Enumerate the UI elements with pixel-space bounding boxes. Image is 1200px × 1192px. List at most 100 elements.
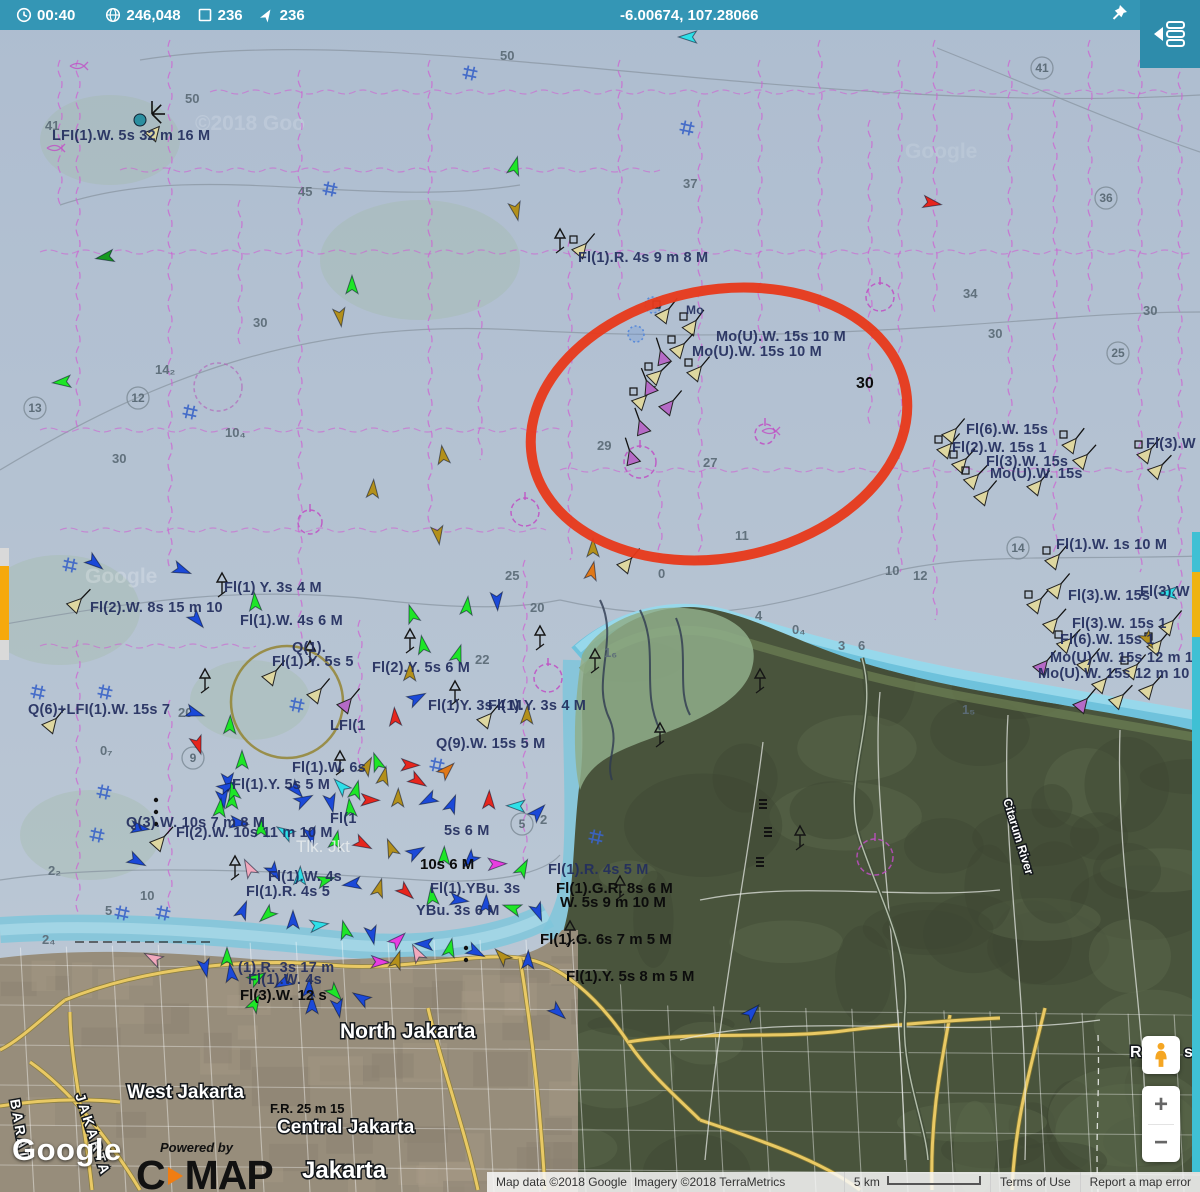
moving-count-stat: 236 (259, 7, 305, 24)
svg-text:Fl(3).W: Fl(3).W (1146, 436, 1196, 452)
svg-text:37: 37 (683, 176, 697, 191)
marine-traffic-app: ©2018 GooGoogleGoogle5050454137343030303… (0, 0, 1200, 1192)
cmap-c: C (136, 1155, 165, 1192)
svg-text:LFI(1).W. 5s 32 m 16 M: LFI(1).W. 5s 32 m 16 M (52, 128, 210, 144)
svg-text:Fl(1).W. 4s: Fl(1).W. 4s (248, 972, 322, 988)
svg-text:10: 10 (885, 563, 899, 578)
svg-text:50: 50 (185, 91, 199, 106)
nautical-map[interactable]: ©2018 GooGoogleGoogle5050454137343030303… (0, 0, 1200, 1192)
svg-text:©2018 Goo: ©2018 Goo (195, 112, 305, 135)
svg-text:50: 50 (500, 48, 514, 63)
svg-text:Mo(U).W. 15s 10 M: Mo(U).W. 15s 10 M (716, 329, 846, 345)
svg-text:W. 5s 9 m 10 M: W. 5s 9 m 10 M (560, 894, 666, 911)
svg-text:14: 14 (1011, 541, 1025, 555)
svg-text:2₂: 2₂ (48, 863, 61, 878)
vessel-count-value: 246,048 (126, 7, 180, 24)
status-header: 00:40 246,048 236 236 -6.00674, 107.2806… (0, 0, 1200, 30)
svg-text:0: 0 (658, 566, 665, 581)
svg-text:0₇: 0₇ (100, 743, 112, 758)
time-stat: 00:40 (16, 7, 75, 24)
terms-link[interactable]: Terms of Use (990, 1172, 1080, 1192)
svg-text:North Jakarta: North Jakarta (340, 1020, 476, 1043)
area-count-value: 236 (218, 7, 243, 24)
svg-text:Fl(1).R. 4s 9 m 8 M: Fl(1).R. 4s 9 m 8 M (578, 250, 708, 266)
cursor-icon (259, 7, 275, 23)
svg-text:41: 41 (1035, 61, 1049, 75)
layers-list-icon (1153, 19, 1187, 49)
svg-text:22: 22 (475, 652, 489, 667)
svg-text:Mo(U).W. 15s 10 M: Mo(U).W. 15s 10 M (692, 344, 822, 360)
vessel-count-stat: 246,048 (105, 7, 180, 24)
svg-text:5: 5 (105, 903, 112, 918)
scale-cell: 5 km (844, 1172, 990, 1192)
svg-text:Mo(U).W. 15s 12 m 10: Mo(U).W. 15s 12 m 10 (1038, 666, 1189, 682)
report-error-link[interactable]: Report a map error (1080, 1172, 1200, 1192)
svg-text:1₅: 1₅ (962, 702, 975, 717)
pin-icon[interactable] (1108, 3, 1130, 31)
svg-text:2₄: 2₄ (42, 932, 55, 947)
map-center-coordinates: -6.00674, 107.28066 (620, 0, 758, 30)
zoom-out-button[interactable]: − (1142, 1125, 1180, 1163)
zoom-in-button[interactable]: + (1142, 1086, 1180, 1124)
globe-icon (105, 7, 121, 23)
svg-text:6: 6 (858, 638, 865, 653)
svg-text:30: 30 (1143, 303, 1157, 318)
pegman-icon (1150, 1042, 1172, 1068)
svg-text:Fl(3).W: Fl(3).W (1140, 584, 1190, 600)
svg-text:30: 30 (112, 451, 126, 466)
svg-text:Q(6)+LFI(1).W. 15s 7: Q(6)+LFI(1).W. 15s 7 (28, 702, 170, 718)
moving-count-value: 236 (280, 7, 305, 24)
svg-text:Fl(1).R. 4s 5 M: Fl(1).R. 4s 5 M (548, 862, 649, 878)
svg-text:5s 6 M: 5s 6 M (444, 823, 490, 839)
svg-text:0₄: 0₄ (792, 622, 805, 637)
svg-text:West Jakarta: West Jakarta (127, 1082, 244, 1103)
clock-icon (16, 7, 32, 23)
svg-text:LFl(1: LFl(1 (330, 718, 366, 734)
right-panel-tab[interactable] (1192, 572, 1200, 637)
svg-text:Fl(1) Y. 3s 4 M: Fl(1) Y. 3s 4 M (224, 580, 322, 596)
svg-text:Fl(1).W. 6s: Fl(1).W. 6s (292, 760, 366, 776)
attribution-bar: Map data ©2018 Google Imagery ©2018 Terr… (487, 1172, 1200, 1192)
svg-text:Fl(1).Y. 5s 8 m 5 M: Fl(1).Y. 5s 8 m 5 M (566, 968, 694, 985)
svg-text:Mo: Mo (686, 303, 704, 317)
left-panel-handle[interactable] (0, 548, 9, 660)
svg-text:Fl(2).W. 8s 15 m 10: Fl(2).W. 8s 15 m 10 (90, 600, 223, 616)
svg-text:30: 30 (856, 375, 874, 392)
zoom-control: + − (1142, 1086, 1180, 1162)
svg-text:Fl(3).W. 15s 1: Fl(3).W. 15s 1 (1072, 616, 1167, 632)
svg-text:25: 25 (505, 568, 519, 583)
svg-text:20: 20 (530, 600, 544, 615)
svg-text:1₆: 1₆ (604, 645, 617, 660)
svg-text:F.R. 25 m 15: F.R. 25 m 15 (270, 1101, 344, 1116)
svg-text:Fl(1: Fl(1 (330, 811, 357, 827)
svg-text:9: 9 (190, 751, 197, 765)
svg-text:YBu. 3s 6 M: YBu. 3s 6 M (416, 903, 500, 919)
google-logo[interactable]: Google (12, 1132, 122, 1168)
svg-text:Fl(3).W. 12 s: Fl(3).W. 12 s (240, 987, 327, 1004)
svg-text:Mo(U).W. 15s 12 m 1: Mo(U).W. 15s 12 m 1 (1050, 650, 1193, 666)
cmap-triangle-icon (168, 1167, 183, 1185)
svg-text:Fl(3).W. 15s: Fl(3).W. 15s (1068, 588, 1150, 604)
svg-text:Fl(1).Y. 5s 5: Fl(1).Y. 5s 5 (272, 654, 354, 670)
time-value: 00:40 (37, 7, 75, 24)
right-panel-handle[interactable] (1192, 532, 1200, 1172)
svg-text:34: 34 (963, 286, 978, 301)
svg-text:Fl(1).W. 1s 10 M: Fl(1).W. 1s 10 M (1056, 537, 1167, 553)
left-panel-tab[interactable] (0, 566, 9, 640)
pegman-button[interactable] (1142, 1036, 1180, 1074)
svg-text:30: 30 (253, 315, 267, 330)
svg-text:25: 25 (1111, 346, 1125, 360)
cmap-logo: Powered by C MAP (136, 1140, 273, 1192)
svg-text:Fl(6).W. 15s 1: Fl(6).W. 15s 1 (1060, 632, 1155, 648)
area-count-stat: 236 (197, 7, 243, 24)
svg-text:Fl(1).G. 6s 7 m 5 M: Fl(1).G. 6s 7 m 5 M (540, 931, 672, 948)
svg-text:29: 29 (597, 438, 611, 453)
svg-text:Central Jakarta: Central Jakarta (277, 1117, 415, 1138)
scale-label: 5 km (854, 1175, 880, 1189)
svg-text:3: 3 (838, 638, 845, 653)
svg-text:R: R (1130, 1044, 1142, 1061)
svg-text:27: 27 (703, 455, 717, 470)
svg-text:13: 13 (28, 401, 42, 415)
svg-text:11: 11 (735, 528, 749, 543)
fleet-panel-button[interactable] (1140, 0, 1200, 68)
